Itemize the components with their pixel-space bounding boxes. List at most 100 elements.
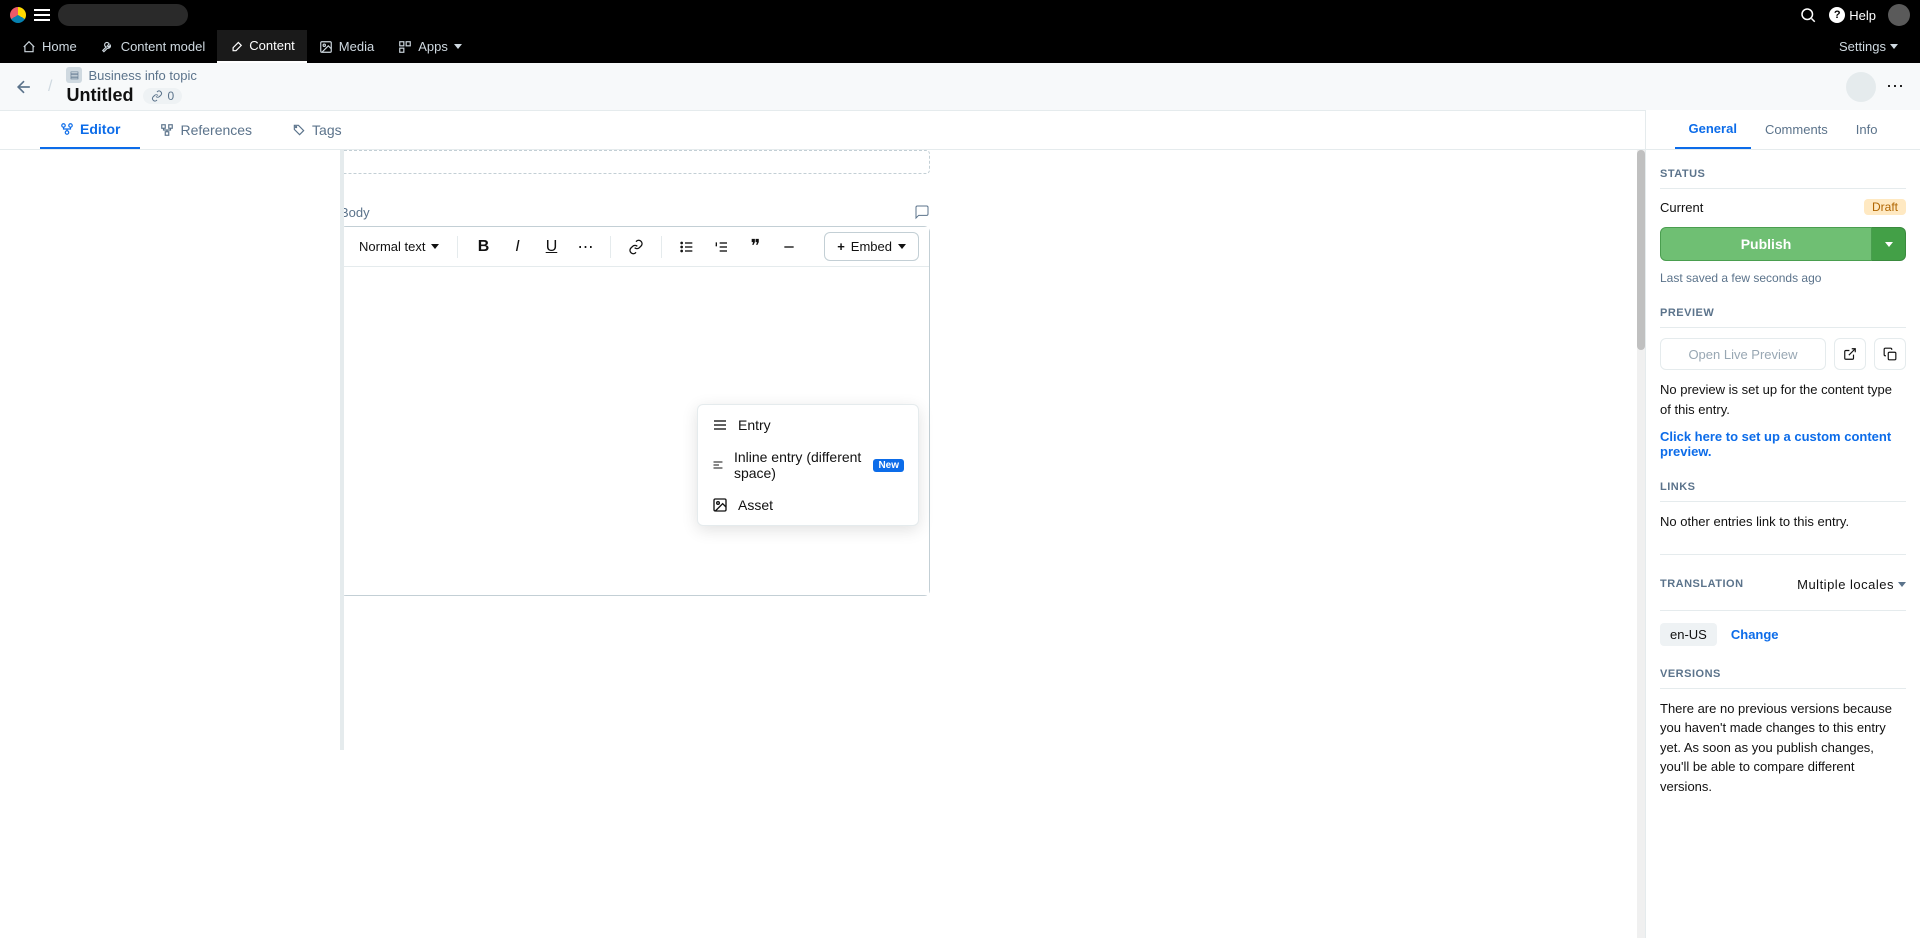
scrollbar-thumb[interactable]: [1637, 150, 1645, 350]
text-style-label: Normal text: [359, 239, 425, 254]
topbar: ? Help: [0, 0, 1920, 30]
locale-chip: en-US: [1660, 623, 1717, 646]
home-icon: [22, 40, 36, 54]
entry-sidebar: General Comments Info STATUS Current Dra…: [1645, 110, 1920, 938]
bullet-list-button[interactable]: [672, 232, 702, 262]
hr-button[interactable]: [774, 232, 804, 262]
space-selector[interactable]: [58, 4, 188, 26]
more-format-button[interactable]: ⋯: [570, 232, 600, 262]
no-preview-text: No preview is set up for the content typ…: [1660, 380, 1906, 419]
tab-references[interactable]: References: [140, 111, 272, 149]
multiple-locales-select[interactable]: Multiple locales: [1797, 577, 1906, 592]
nav-settings-label: Settings: [1839, 39, 1886, 54]
embed-asset-label: Asset: [738, 497, 773, 513]
status-heading: STATUS: [1660, 168, 1906, 189]
link-count-badge[interactable]: 0: [143, 88, 182, 104]
user-avatar[interactable]: [1888, 4, 1910, 26]
tab-references-label: References: [180, 122, 252, 138]
chevron-down-icon: [431, 244, 439, 249]
rte-toolbar: Normal text B I U ⋯ ❞: [341, 227, 929, 267]
chevron-down-icon: [1898, 582, 1906, 587]
toolbar-divider: [457, 236, 458, 258]
help-button[interactable]: ? Help: [1829, 7, 1876, 23]
search-icon[interactable]: [1799, 6, 1817, 24]
chevron-down-icon: [1885, 242, 1893, 247]
embed-dropdown: Entry Inline entry (different space) New…: [697, 404, 919, 526]
open-preview-button[interactable]: Open Live Preview: [1660, 338, 1826, 370]
no-versions-text: There are no previous versions because y…: [1660, 699, 1906, 797]
last-saved-text: Last saved a few seconds ago: [1660, 271, 1906, 285]
apps-icon: [398, 40, 412, 54]
underline-button[interactable]: U: [536, 232, 566, 262]
chevron-down-icon: [1890, 44, 1898, 49]
embed-inline-label: Inline entry (different space): [734, 449, 863, 481]
embed-label: Embed: [851, 239, 892, 254]
quote-button[interactable]: ❞: [740, 232, 770, 262]
image-icon: [319, 40, 333, 54]
editor-tab-icon: [60, 122, 74, 136]
breadcrumb[interactable]: ▤ Business info topic: [66, 67, 196, 83]
nav-apps[interactable]: Apps: [386, 30, 474, 63]
bold-button[interactable]: B: [468, 232, 498, 262]
field-indicator: [340, 150, 344, 750]
italic-button[interactable]: I: [502, 232, 532, 262]
status-badge: Draft: [1864, 199, 1906, 215]
nav-home-label: Home: [42, 39, 77, 54]
new-badge: New: [873, 459, 904, 472]
text-style-select[interactable]: Normal text: [351, 235, 447, 258]
sidebar-tab-info[interactable]: Info: [1842, 110, 1892, 149]
embed-asset-item[interactable]: Asset: [698, 489, 918, 521]
presence-avatar[interactable]: [1846, 72, 1876, 102]
nav-settings[interactable]: Settings: [1827, 30, 1910, 63]
nav-media[interactable]: Media: [307, 30, 386, 63]
pen-icon: [229, 39, 243, 53]
copy-preview-button[interactable]: [1874, 338, 1906, 370]
link-button[interactable]: [621, 232, 651, 262]
toolbar-divider: [661, 236, 662, 258]
entry-tabs: Editor References Tags: [0, 111, 1920, 150]
help-label: Help: [1849, 8, 1876, 23]
back-arrow-icon[interactable]: [14, 77, 34, 97]
wrench-icon: [101, 40, 115, 54]
nav-content-model[interactable]: Content model: [89, 30, 218, 63]
sidebar-tab-general[interactable]: General: [1675, 110, 1751, 149]
scrollbar[interactable]: [1637, 150, 1645, 938]
more-actions-icon[interactable]: ⋯: [1886, 76, 1906, 97]
toolbar-divider: [610, 236, 611, 258]
tab-editor[interactable]: Editor: [40, 111, 140, 149]
plus-icon: +: [837, 239, 845, 254]
translation-heading-row: TRANSLATION Multiple locales: [1660, 577, 1906, 600]
entry-block-icon: [712, 417, 728, 433]
embed-entry-item[interactable]: Entry: [698, 409, 918, 441]
chevron-down-icon: [454, 44, 462, 49]
comment-icon[interactable]: [914, 204, 930, 220]
contentful-logo-icon[interactable]: [10, 7, 26, 23]
help-icon: ?: [1829, 7, 1845, 23]
link-icon: [151, 90, 163, 102]
embed-button[interactable]: + Embed: [824, 232, 919, 261]
content-type-icon: ▤: [66, 67, 82, 83]
external-link-icon: [1843, 347, 1857, 361]
numbered-list-button[interactable]: [706, 232, 736, 262]
nav-apps-label: Apps: [418, 39, 448, 54]
publish-dropdown-button[interactable]: [1872, 227, 1906, 261]
field-placeholder[interactable]: [340, 150, 930, 174]
embed-inline-entry-item[interactable]: Inline entry (different space) New: [698, 441, 918, 489]
copy-icon: [1883, 347, 1897, 361]
publish-button[interactable]: Publish: [1660, 227, 1872, 261]
body-field-label: Body: [340, 205, 370, 220]
tab-tags[interactable]: Tags: [272, 111, 362, 149]
sidebar-tab-comments[interactable]: Comments: [1751, 110, 1842, 149]
open-external-button[interactable]: [1834, 338, 1866, 370]
editor-content-area: Body Normal text B I U ⋯: [0, 150, 1645, 938]
tab-tags-label: Tags: [312, 122, 342, 138]
nav-home[interactable]: Home: [10, 30, 89, 63]
tab-editor-label: Editor: [80, 121, 120, 137]
change-locale-link[interactable]: Change: [1731, 627, 1779, 642]
links-heading: LINKS: [1660, 481, 1906, 502]
setup-preview-link[interactable]: Click here to set up a custom content pr…: [1660, 429, 1906, 459]
nav-content[interactable]: Content: [217, 30, 307, 63]
breadcrumb-label: Business info topic: [88, 68, 196, 83]
hamburger-menu-icon[interactable]: [34, 9, 50, 21]
main-nav: Home Content model Content Media Apps Se…: [0, 30, 1920, 63]
